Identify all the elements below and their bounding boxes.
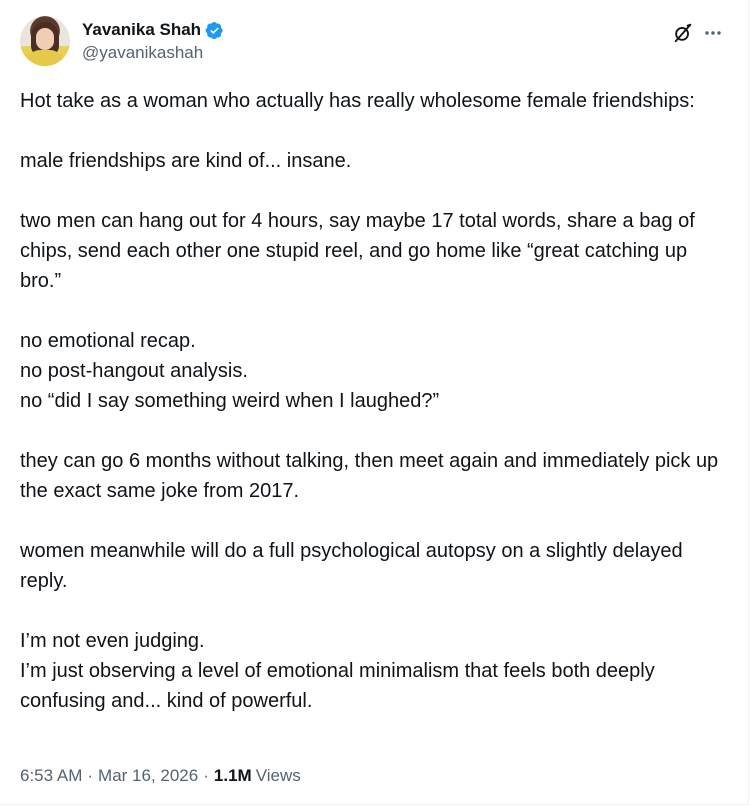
meta-separator: ·	[87, 766, 94, 785]
tweet-meta: 6:53 AM · Mar 16, 2026 · 1.1M Views	[20, 766, 301, 786]
more-icon[interactable]	[698, 18, 728, 48]
tweet-paragraph: I’m not even judging. I’m just observing…	[20, 630, 655, 712]
avatar-face	[36, 28, 54, 50]
meta-separator: ·	[203, 766, 209, 785]
tweet-date[interactable]: Mar 16, 2026	[98, 766, 198, 786]
views-count[interactable]: 1.1M	[214, 766, 252, 786]
avatar[interactable]	[20, 16, 70, 66]
avatar-body	[26, 50, 64, 66]
tweet-paragraph: two men can hang out for 4 hours, say ma…	[20, 210, 695, 292]
header-actions	[668, 18, 728, 48]
author-handle[interactable]: @yavanikashah	[82, 43, 224, 63]
tweet-paragraph: they can go 6 months without talking, th…	[20, 450, 719, 502]
grok-icon[interactable]	[668, 18, 698, 48]
tweet-paragraph: Hot take as a woman who actually has rea…	[20, 90, 695, 112]
name-row: Yavanika Shah	[82, 18, 224, 42]
views-label: Views	[255, 766, 301, 785]
tweet-paragraph: male friendships are kind of... insane.	[20, 150, 352, 172]
tweet-paragraph: no emotional recap. no post-hangout anal…	[20, 330, 440, 412]
tweet-header: Yavanika Shah @yavanikashah	[20, 16, 728, 72]
tweet-text: Hot take as a woman who actually has rea…	[20, 86, 730, 716]
tweet-card: Yavanika Shah @yavanikashah Hot take as …	[0, 0, 749, 805]
tweet-paragraph: women meanwhile will do a full psycholog…	[20, 540, 683, 592]
author-display-name[interactable]: Yavanika Shah	[82, 20, 201, 40]
tweet-time[interactable]: 6:53 AM	[20, 766, 82, 786]
verified-badge-icon[interactable]	[205, 21, 224, 40]
author-names: Yavanika Shah @yavanikashah	[82, 18, 224, 63]
